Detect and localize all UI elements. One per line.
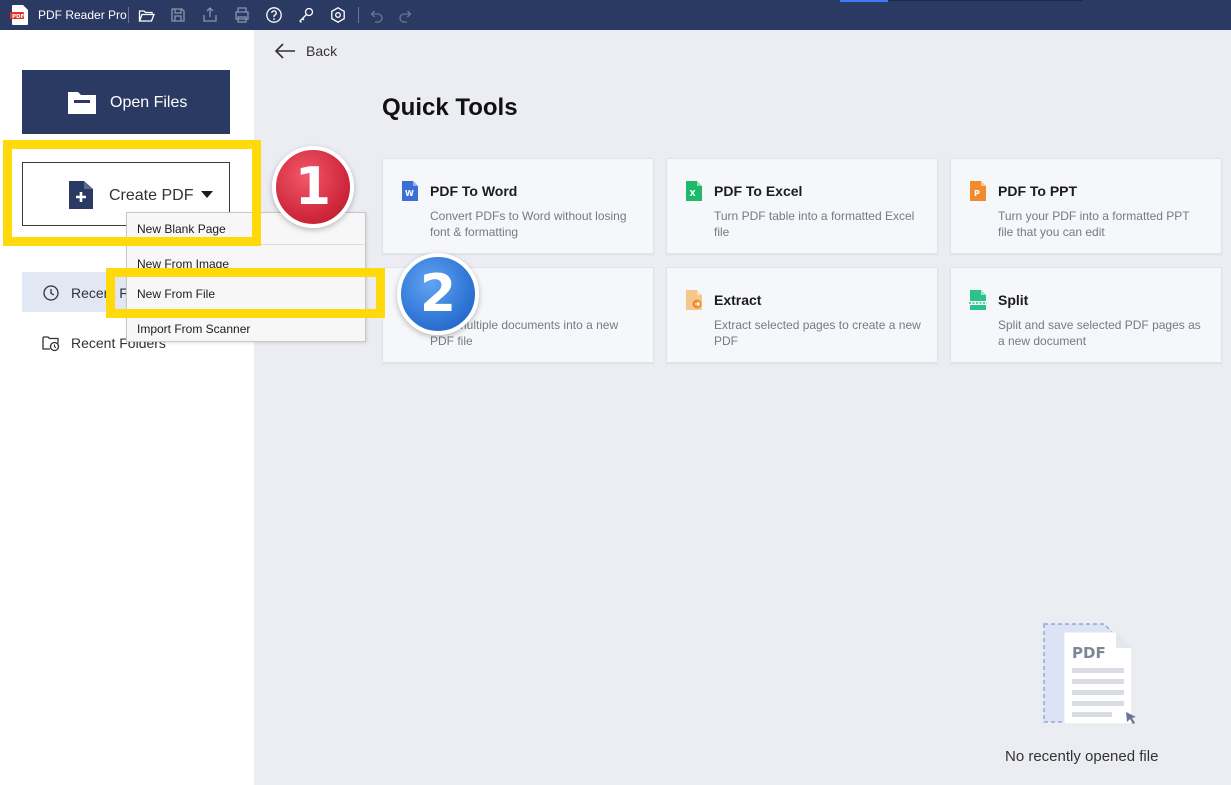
- app-title: PDF Reader Pro: [38, 8, 127, 22]
- tool-card-desc: Split and save selected PDF pages as a n…: [998, 318, 1201, 348]
- menu-item-label: Import From Scanner: [137, 322, 251, 336]
- open-files-button[interactable]: Open Files: [22, 70, 230, 134]
- tool-card-title: Extract: [714, 292, 762, 308]
- print-icon[interactable]: [232, 5, 252, 25]
- step-number: 1: [294, 157, 332, 217]
- toolbar-divider: [358, 7, 359, 23]
- open-folder-icon[interactable]: [136, 5, 156, 25]
- tool-card-split[interactable]: Split Split and save selected PDF pages …: [950, 267, 1222, 363]
- folder-clock-icon: [42, 334, 60, 352]
- app-logo-icon: PDF: [10, 4, 30, 26]
- back-button[interactable]: Back: [274, 42, 337, 60]
- tool-card-title: PDF To Word: [430, 183, 518, 199]
- page-title: Quick Tools: [382, 94, 518, 121]
- highlight-create-pdf: [3, 140, 261, 246]
- folder-icon: [68, 90, 96, 114]
- step-badge-1: 1: [272, 146, 354, 228]
- toolbar-divider: [128, 7, 129, 23]
- tool-card-title: PDF To PPT: [998, 183, 1078, 199]
- back-label: Back: [306, 43, 338, 59]
- tool-card-extract[interactable]: Extract Extract selected pages to create…: [666, 267, 938, 363]
- empty-illus-label: PDF: [1072, 644, 1106, 662]
- redo-icon[interactable]: [396, 5, 416, 25]
- step-number: 2: [419, 264, 457, 324]
- undo-icon[interactable]: [366, 5, 386, 25]
- tool-card-pdf-to-excel[interactable]: X PDF To Excel Turn PDF table into a for…: [666, 158, 938, 254]
- extract-icon: [685, 290, 703, 310]
- highlight-new-from-file: [106, 268, 385, 318]
- title-bar: PDF PDF Reader Pro: [0, 0, 1231, 30]
- open-files-label: Open Files: [110, 94, 188, 111]
- svg-text:PDF: PDF: [12, 14, 25, 20]
- word-icon: W: [401, 181, 419, 201]
- help-icon[interactable]: [264, 5, 284, 25]
- tool-card-desc: Extract selected pages to create a new P…: [714, 318, 921, 348]
- svg-text:W: W: [405, 189, 414, 198]
- tool-card-title: PDF To Excel: [714, 183, 803, 199]
- clock-icon: [42, 284, 60, 302]
- tool-card-desc: Convert PDFs to Word without losing font…: [430, 209, 627, 239]
- share-icon[interactable]: [200, 5, 220, 25]
- svg-text:P: P: [974, 189, 980, 198]
- tool-card-pdf-to-ppt[interactable]: P PDF To PPT Turn your PDF into a format…: [950, 158, 1222, 254]
- empty-state-illustration: PDF: [1042, 622, 1142, 732]
- empty-state-text: No recently opened file: [1005, 748, 1159, 765]
- tab-strip: [888, 0, 1082, 1]
- tool-card-title: Split: [998, 292, 1029, 308]
- key-icon[interactable]: [296, 5, 316, 25]
- step-badge-2: 2: [397, 253, 479, 335]
- settings-icon[interactable]: [328, 5, 348, 25]
- arrow-left-icon: [274, 43, 295, 59]
- save-icon[interactable]: [168, 5, 188, 25]
- tool-card-desc: Turn PDF table into a formatted Excel fi…: [714, 209, 915, 239]
- tool-card-pdf-to-word[interactable]: W PDF To Word Convert PDFs to Word witho…: [382, 158, 654, 254]
- tab-indicator: [840, 0, 888, 2]
- excel-icon: X: [685, 181, 703, 201]
- split-icon: [969, 290, 987, 310]
- ppt-icon: P: [969, 181, 987, 201]
- svg-text:X: X: [690, 189, 697, 198]
- tool-card-desc: Turn your PDF into a formatted PPT file …: [998, 209, 1190, 239]
